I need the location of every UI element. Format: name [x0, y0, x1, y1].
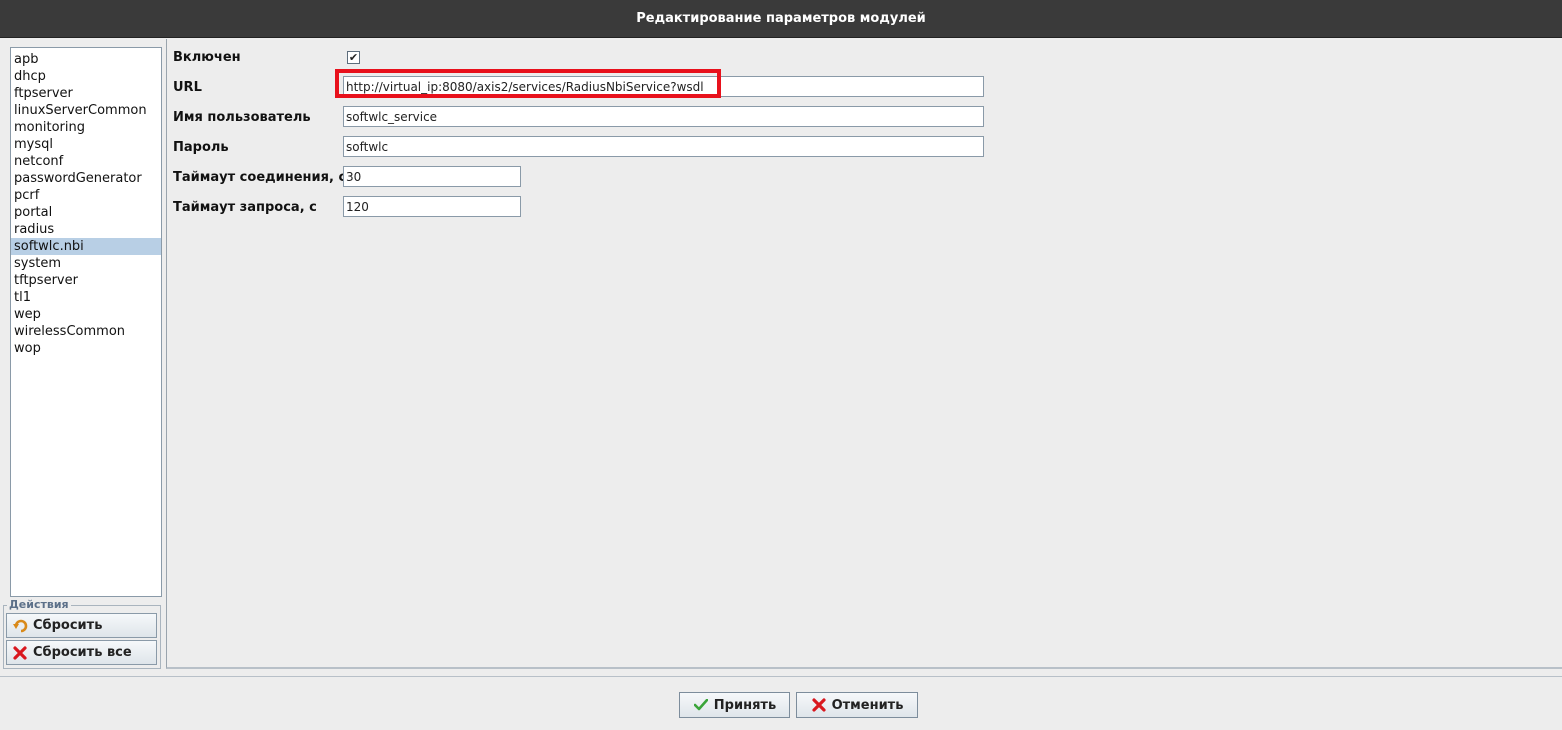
module-item-dhcp[interactable]: dhcp: [11, 68, 161, 85]
url-input[interactable]: [343, 76, 984, 97]
module-item-passwordgenerator[interactable]: passwordGenerator: [11, 170, 161, 187]
url-label: URL: [173, 80, 202, 95]
accept-button[interactable]: Принять: [679, 692, 790, 718]
module-item-ftpserver[interactable]: ftpserver: [11, 85, 161, 102]
enabled-checkbox[interactable]: ✔: [347, 51, 360, 64]
red-x-icon: [12, 645, 28, 661]
reset-all-button[interactable]: Сбросить все: [6, 640, 157, 665]
module-item-monitoring[interactable]: monitoring: [11, 119, 161, 136]
check-icon: [693, 697, 709, 713]
undo-icon: [12, 618, 28, 634]
module-list[interactable]: apb dhcp ftpserver linuxServerCommon monitor…: [10, 47, 162, 597]
dialog-button-bar: Принять Отменить: [0, 676, 1562, 730]
module-item-linuxservercommon[interactable]: linuxServerCommon: [11, 102, 161, 119]
password-input[interactable]: [343, 136, 984, 157]
username-input[interactable]: [343, 106, 984, 127]
reset-button-label: Сбросить: [33, 618, 103, 633]
enabled-label: Включен: [173, 50, 241, 65]
red-x-icon: [811, 697, 827, 713]
window-title-bar: Редактирование параметров модулей: [0, 0, 1562, 38]
module-item-softwlc-nbi[interactable]: softwlc.nbi: [11, 238, 161, 255]
module-item-portal[interactable]: portal: [11, 204, 161, 221]
request-timeout-label: Таймаут запроса, с: [173, 200, 317, 215]
module-item-system[interactable]: system: [11, 255, 161, 272]
reset-all-button-label: Сбросить все: [33, 645, 132, 660]
cancel-button[interactable]: Отменить: [796, 692, 918, 718]
module-item-wirelesscommon[interactable]: wirelessCommon: [11, 323, 161, 340]
password-label: Пароль: [173, 140, 229, 155]
actions-group: Действия Сбросить Сбросить все: [3, 598, 161, 669]
module-item-wop[interactable]: wop: [11, 340, 161, 357]
module-item-pcrf[interactable]: pcrf: [11, 187, 161, 204]
module-item-netconf[interactable]: netconf: [11, 153, 161, 170]
request-timeout-input[interactable]: [343, 196, 521, 217]
window-title: Редактирование параметров модулей: [636, 11, 926, 26]
reset-button[interactable]: Сбросить: [6, 613, 157, 638]
username-label: Имя пользователь: [173, 110, 311, 125]
module-item-radius[interactable]: radius: [11, 221, 161, 238]
module-item-tftpserver[interactable]: tftpserver: [11, 272, 161, 289]
module-item-tl1[interactable]: tl1: [11, 289, 161, 306]
module-item-apb[interactable]: apb: [11, 51, 161, 68]
settings-form-panel: Включен ✔ URL Имя пользователь Пароль Та…: [166, 39, 1562, 669]
actions-legend: Действия: [7, 598, 71, 611]
module-sidebar: apb dhcp ftpserver linuxServerCommon monitor…: [2, 39, 163, 669]
accept-button-label: Принять: [713, 697, 777, 713]
connect-timeout-input[interactable]: [343, 166, 521, 187]
connect-timeout-label: Таймаут соединения, с: [173, 170, 347, 185]
module-item-wep[interactable]: wep: [11, 306, 161, 323]
cancel-button-label: Отменить: [831, 697, 904, 713]
module-item-mysql[interactable]: mysql: [11, 136, 161, 153]
